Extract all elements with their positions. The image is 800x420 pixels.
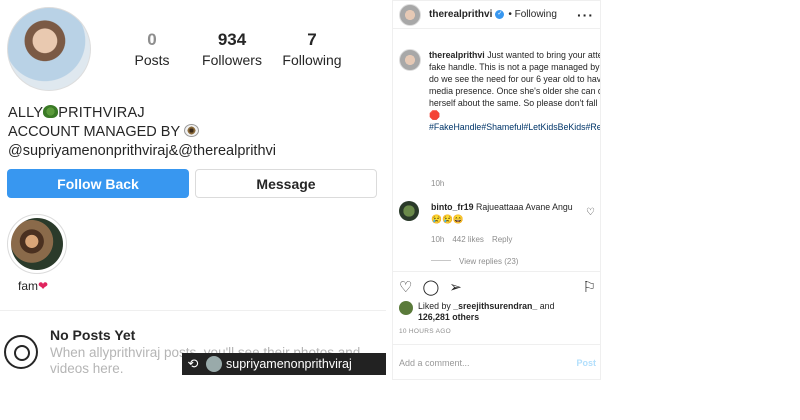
bookmark-icon[interactable]: ⚐ (583, 278, 596, 296)
post-comment-button[interactable]: Post (576, 358, 596, 368)
post-author-avatar[interactable] (399, 3, 421, 26)
follow-back-button[interactable]: Follow Back (7, 169, 189, 198)
name-first: ALLY (8, 105, 44, 121)
profile-bio: ALLY PRITHVIRAJ ACCOUNT MANAGED BY @supri… (8, 104, 276, 161)
liked-by-user[interactable]: _sreejithsurendran_ (453, 301, 537, 311)
liked-by-and: and (539, 301, 555, 311)
following-count: 7 (307, 30, 317, 49)
comment-body: Rajueattaaa Avane Angu (475, 202, 573, 212)
liked-by-text: Liked by _sreejithsurendran_ and 126,281… (418, 301, 554, 323)
no-posts-title: No Posts Yet (50, 327, 136, 343)
liker-avatar[interactable] (399, 301, 413, 315)
crying-emoji-icon: 😢😢😄 (431, 214, 464, 224)
liked-by-prefix: Liked by (418, 301, 451, 311)
bio-managed-line: ACCOUNT MANAGED BY (8, 123, 276, 142)
repost-avatar (206, 356, 222, 372)
comment-time[interactable]: 10h (431, 235, 444, 244)
following-status[interactable]: • Following (508, 9, 557, 20)
view-replies-button[interactable]: View replies (23) (431, 257, 518, 266)
followers-count: 934 (217, 30, 247, 49)
post-header: therealprithvi ✓ • Following ··· (393, 1, 600, 29)
bio-handles[interactable]: @supriyamenonprithviraj&@therealprithvi (8, 142, 276, 161)
comment-item: binto_fr19 Rajueattaaa Avane Angu 😢😢😄 ♡ (399, 201, 595, 225)
caption-time[interactable]: 10h (431, 179, 444, 188)
clover-icon (43, 105, 59, 118)
story-highlight[interactable] (7, 214, 67, 274)
bio-managed-text: ACCOUNT MANAGED BY (8, 124, 180, 140)
comment-bar: Post (393, 344, 600, 379)
divider (0, 310, 386, 311)
liked-by: Liked by _sreejithsurendran_ and 126,281… (399, 301, 554, 323)
name-last: PRITHVIRAJ (58, 105, 145, 121)
profile-name: ALLY PRITHVIRAJ (8, 104, 276, 123)
post-timestamp[interactable]: 10 HOURS AGO (399, 328, 451, 335)
verified-badge-icon: ✓ (495, 10, 505, 19)
post-actions: ♡ ◯ ➢ ⚐ (393, 271, 600, 301)
heart-icon: ❤ (38, 279, 49, 293)
caption-avatar[interactable] (399, 49, 421, 71)
repost-icon: ⟲ (187, 356, 199, 371)
repost-handle: supriyamenonprithviraj (226, 357, 352, 371)
commenter-username[interactable]: binto_fr19 (431, 202, 474, 212)
repost-watermark: ⟲ supriyamenonprithviraj (182, 353, 386, 375)
caption-hashtags[interactable]: #FakeHandle#Shameful#LetKidsBeKids#Repor… (429, 122, 600, 132)
liked-by-count[interactable]: 126,281 others (418, 312, 479, 322)
comment-text: binto_fr19 Rajueattaaa Avane Angu 😢😢😄 (431, 201, 581, 225)
like-heart-icon[interactable]: ♡ (399, 278, 412, 296)
share-icon[interactable]: ➢ (449, 278, 462, 296)
stat-following[interactable]: 7 Following (272, 30, 352, 68)
post-panel: therealprithvi ✓ • Following ··· thereal… (392, 0, 601, 380)
reply-button[interactable]: Reply (492, 235, 512, 244)
post-author-username[interactable]: therealprithvi (429, 9, 492, 20)
post-caption: therealprithvi Just wanted to bring your… (399, 49, 600, 133)
comment-meta: 10h 442 likes Reply (431, 235, 512, 244)
stat-followers[interactable]: 934 Followers (192, 30, 272, 68)
highlight-label: fam❤ (18, 279, 48, 293)
posts-count: 0 (147, 30, 157, 49)
comment-bubble-icon[interactable]: ◯ (422, 278, 439, 296)
camera-icon (4, 335, 38, 369)
comment-like-icon[interactable]: ♡ (586, 207, 595, 218)
more-options-icon[interactable]: ··· (577, 7, 594, 23)
commenter-avatar[interactable] (399, 201, 419, 221)
stop-icon: 🛑 (429, 110, 440, 120)
profile-avatar[interactable] (7, 7, 91, 91)
caption-text: therealprithvi Just wanted to bring your… (429, 49, 600, 133)
caption-username[interactable]: therealprithvi (429, 50, 485, 60)
stat-posts: 0 Posts (112, 30, 192, 68)
followers-label: Followers (202, 52, 262, 68)
profile-panel: 0 Posts 934 Followers 7 Following ALLY PR… (0, 0, 386, 420)
following-label: Following (282, 52, 342, 68)
posts-label: Posts (134, 52, 170, 68)
message-button[interactable]: Message (195, 169, 377, 198)
highlight-cover (11, 218, 63, 270)
profile-stats: 0 Posts 934 Followers 7 Following (112, 30, 352, 68)
add-comment-input[interactable] (399, 357, 577, 368)
eye-icon (183, 124, 199, 137)
comment-likes[interactable]: 442 likes (452, 235, 484, 244)
highlight-label-text: fam (18, 279, 39, 293)
